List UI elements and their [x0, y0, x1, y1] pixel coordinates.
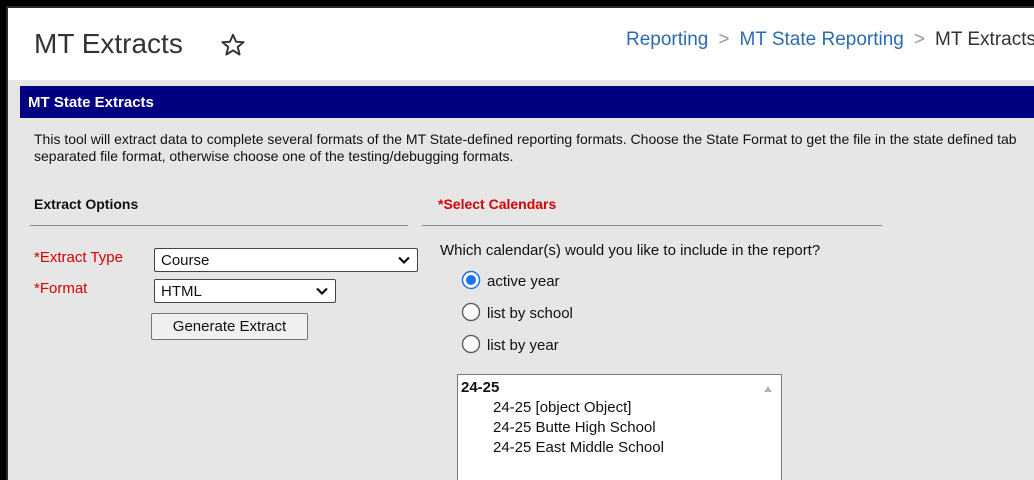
extract-options-title: Extract Options — [34, 196, 139, 212]
breadcrumb: Reporting > MT State Reporting > MT Extracts — [626, 29, 1034, 51]
chevron-down-icon — [398, 256, 410, 265]
radio-empty-icon[interactable] — [461, 302, 481, 322]
extract-type-value: Course — [161, 252, 210, 269]
select-calendars-title: *Select Calendars — [438, 196, 557, 212]
divider — [422, 225, 882, 226]
page-title: MT Extracts — [34, 28, 183, 59]
app-frame: MT Extracts Reporting > MT State Reporting… — [6, 6, 1034, 480]
radio-label: list by school — [487, 305, 573, 322]
section-header: MT State Extracts — [20, 86, 1034, 118]
radio-label: active year — [487, 273, 560, 290]
calendar-listbox[interactable]: 24-25 24-25 [object Object] 24-25 Butte … — [457, 374, 782, 480]
page-header: MT Extracts Reporting > MT State Reporting… — [8, 8, 1034, 80]
star-icon[interactable] — [220, 32, 246, 58]
scroll-up-arrow-icon[interactable] — [763, 385, 773, 393]
chevron-down-icon — [316, 287, 328, 296]
breadcrumb-separator: > — [718, 29, 730, 50]
list-item[interactable]: 24-25 [object Object] — [493, 399, 631, 416]
radio-empty-icon[interactable] — [461, 334, 481, 354]
list-item[interactable]: 24-25 Butte High School — [493, 419, 656, 436]
list-group-header: 24-25 — [461, 379, 500, 396]
generate-extract-button[interactable]: Generate Extract — [151, 313, 308, 340]
list-item[interactable]: 24-25 East Middle School — [493, 439, 664, 456]
format-label: *Format — [34, 280, 88, 297]
radio-selected-icon[interactable] — [461, 270, 481, 290]
extract-type-select[interactable]: Course — [154, 248, 418, 272]
format-value: HTML — [161, 283, 202, 300]
breadcrumb-mt-state-reporting[interactable]: MT State Reporting — [739, 29, 903, 50]
breadcrumb-separator: > — [913, 29, 925, 50]
calendar-question: Which calendar(s) would you like to incl… — [440, 242, 821, 259]
breadcrumb-current: MT Extracts — [935, 29, 1034, 50]
divider — [30, 225, 408, 226]
extract-type-label: *Extract Type — [34, 249, 123, 266]
breadcrumb-reporting[interactable]: Reporting — [626, 29, 708, 50]
tool-description: This tool will extract data to complete … — [34, 131, 1017, 164]
format-select[interactable]: HTML — [154, 279, 336, 303]
radio-label: list by year — [487, 337, 559, 354]
